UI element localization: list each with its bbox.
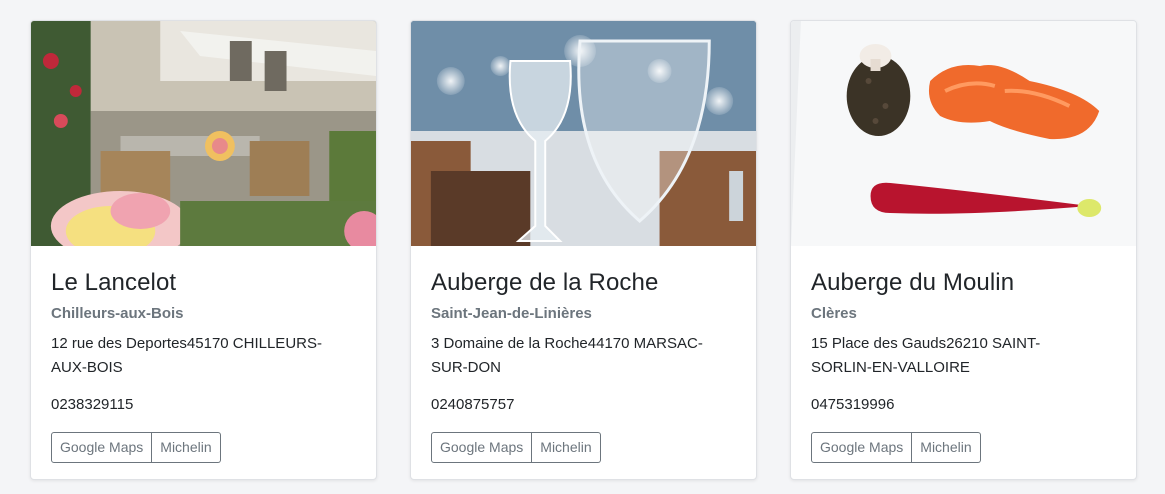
restaurant-address: 3 Domaine de la Roche44170 MARSAC-SUR-DO… [431,335,703,376]
restaurant-address: 12 rue des Deportes45170 CHILLEURS-AUX-B… [51,335,322,376]
restaurant-card: Auberge de la Roche Saint-Jean-de-Linièr… [410,20,757,480]
google-maps-button[interactable]: Google Maps [811,432,913,463]
restaurant-city: Chilleurs-aux-Bois [51,305,184,322]
restaurant-name: Auberge du Moulin [811,269,1015,296]
michelin-button[interactable]: Michelin [152,432,221,463]
restaurant-address: 15 Place des Gauds26210 SAINT-SORLIN-EN-… [811,335,1041,376]
restaurant-photo-terrace [31,21,376,246]
restaurant-city: Saint-Jean-de-Linières [431,305,592,322]
restaurant-phone: 0238329115 [51,396,134,413]
link-button-group: Google Maps Michelin [811,432,1116,463]
restaurant-photo-dish [791,21,1136,246]
restaurant-card: Le Lancelot Chilleurs-aux-Bois 12 rue de… [30,20,377,480]
michelin-button[interactable]: Michelin [912,432,981,463]
google-maps-button[interactable]: Google Maps [431,432,533,463]
google-maps-button[interactable]: Google Maps [51,432,153,463]
restaurant-photo-table-setting [411,21,756,246]
restaurant-card-grid: Le Lancelot Chilleurs-aux-Bois 12 rue de… [0,0,1165,494]
restaurant-card: Auberge du Moulin Clères 15 Place des Ga… [790,20,1137,480]
link-button-group: Google Maps Michelin [431,432,736,463]
restaurant-name: Le Lancelot [51,269,177,296]
restaurant-city: Clères [811,305,857,322]
restaurant-phone: 0475319996 [811,396,895,413]
restaurant-name: Auberge de la Roche [431,269,659,296]
link-button-group: Google Maps Michelin [51,432,356,463]
restaurant-phone: 0240875757 [431,396,515,413]
michelin-button[interactable]: Michelin [532,432,601,463]
